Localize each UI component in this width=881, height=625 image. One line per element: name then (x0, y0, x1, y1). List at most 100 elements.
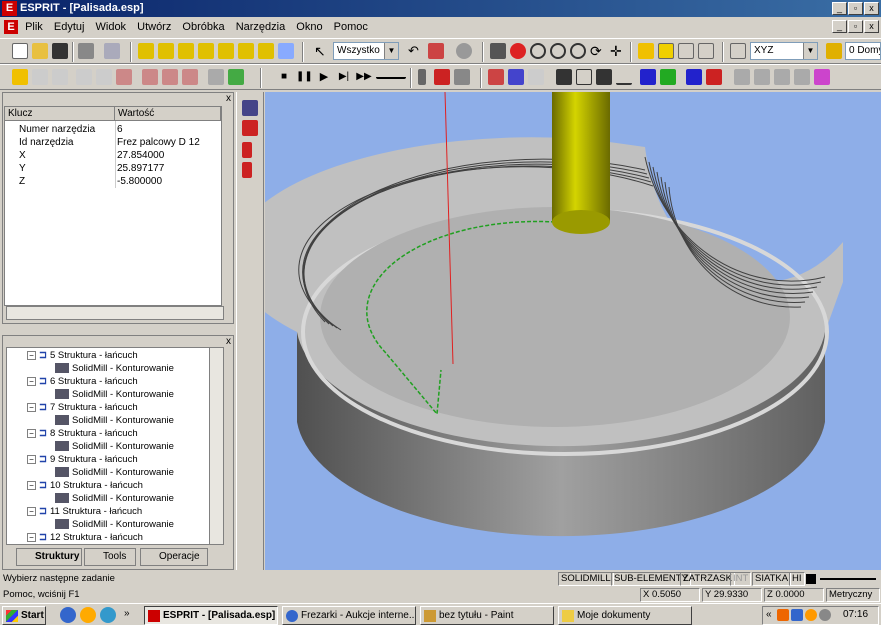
sim-icon[interactable] (454, 69, 470, 85)
panel-close-icon[interactable]: x (226, 93, 231, 104)
indicator-hi[interactable]: HI (789, 572, 805, 586)
tree-subitem[interactable]: SolidMill - Konturowanie (55, 389, 174, 401)
tree-item[interactable]: − ⊐ 9 Struktura - łańcuch (27, 454, 138, 466)
v14-icon[interactable] (774, 69, 790, 85)
quicklaunch-2-icon[interactable] (80, 607, 96, 623)
task-documents[interactable]: Moje dokumenty (558, 606, 692, 625)
op-11-icon[interactable] (228, 69, 244, 85)
strip-2-icon[interactable] (242, 120, 258, 136)
view-plane-icon[interactable] (730, 43, 746, 59)
doc-minimize-button[interactable]: _ (832, 20, 847, 33)
indicator-int[interactable]: INT (730, 572, 752, 586)
v11-icon[interactable] (706, 69, 722, 85)
strip-1-icon[interactable] (242, 100, 258, 116)
menu-create[interactable]: Utwórz (133, 21, 175, 33)
shape-tool-4-icon[interactable] (198, 43, 214, 59)
tool-down-icon[interactable] (434, 69, 450, 85)
op-10-icon[interactable] (208, 69, 224, 85)
tab-tools[interactable]: Tools (84, 548, 136, 566)
tree-item[interactable]: − ⊐ 6 Struktura - łańcuch (27, 376, 138, 388)
op-8-icon[interactable] (162, 69, 178, 85)
speed-slider[interactable] (376, 69, 406, 79)
task-paint[interactable]: bez tytułu - Paint (420, 606, 554, 625)
collapse-icon[interactable]: − (27, 455, 36, 464)
start-button[interactable]: Start (2, 606, 46, 625)
open-folder-icon[interactable] (32, 43, 48, 59)
vertical-scrollbar[interactable] (209, 348, 223, 544)
menu-machining[interactable]: Obróbka (178, 21, 228, 33)
menu-window[interactable]: Okno (292, 21, 326, 33)
menu-help[interactable]: Pomoc (330, 21, 372, 33)
tab-operations[interactable]: Operacje (140, 548, 208, 566)
tree-subitem[interactable]: SolidMill - Konturowanie (55, 467, 174, 479)
table-row[interactable]: Id narzędzia Frez palcowy D 12 (5, 136, 221, 149)
menu-view[interactable]: Widok (92, 21, 131, 33)
quicklaunch-3-icon[interactable] (100, 607, 116, 623)
task-browser[interactable]: Frezarki - Aukcje interne... (282, 606, 416, 625)
col-key-header[interactable]: Klucz (5, 107, 115, 121)
op-3-icon[interactable] (52, 69, 68, 85)
op-7-icon[interactable] (142, 69, 158, 85)
stop-icon[interactable]: ■ (276, 69, 292, 85)
tree-item[interactable]: − ⊐ 12 Struktura - łańcuch (27, 532, 143, 544)
v16-icon[interactable] (814, 69, 830, 85)
indicator-subelements[interactable]: SUB-ELEMENTY (611, 572, 691, 586)
menu-file[interactable]: Plik (21, 21, 47, 33)
v10-icon[interactable] (686, 69, 702, 85)
tree-subitem[interactable]: SolidMill - Konturowanie (55, 519, 174, 531)
table-row[interactable]: X 27.854000 (5, 149, 221, 162)
v7-icon[interactable] (616, 69, 632, 85)
v8-icon[interactable] (640, 69, 656, 85)
v13-icon[interactable] (754, 69, 770, 85)
view-select[interactable]: XYZ ▼ (750, 42, 818, 60)
layer-select[interactable]: 0 Domyślna (845, 42, 881, 60)
pause-icon[interactable]: ❚❚ (296, 69, 313, 85)
collapse-icon[interactable]: − (27, 481, 36, 490)
tree-item[interactable]: − ⊐ 11 Struktura - łańcuch (27, 506, 142, 518)
zoom-out-icon[interactable] (550, 43, 566, 59)
tray-3-icon[interactable] (805, 609, 817, 621)
strip-3-icon[interactable] (242, 142, 252, 158)
table-row[interactable]: Numer narzędzia 6 (5, 123, 221, 136)
rotate-icon[interactable]: ⟳ (590, 43, 606, 59)
print-icon[interactable] (78, 43, 94, 59)
indicator-snap[interactable]: ZATRZASK (680, 572, 735, 586)
v6-icon[interactable] (596, 69, 612, 85)
collapse-icon[interactable]: − (27, 377, 36, 386)
tree-subitem[interactable]: SolidMill - Konturowanie (55, 363, 174, 375)
tool-icon[interactable] (418, 69, 426, 85)
shape-tool-7-icon[interactable] (258, 43, 274, 59)
col-value-header[interactable]: Wartość (115, 107, 221, 121)
v3-icon[interactable] (528, 69, 544, 85)
maximize-button[interactable]: ▫ (848, 2, 863, 15)
indicator-solidmill[interactable]: SOLIDMILL (558, 572, 614, 586)
close-button[interactable]: x (864, 2, 879, 15)
quicklaunch-more-icon[interactable]: » (124, 608, 130, 619)
3d-viewport[interactable] (265, 92, 881, 570)
shade-2-icon[interactable] (658, 43, 674, 59)
shape-tool-3-icon[interactable] (178, 43, 194, 59)
wire-2-icon[interactable] (698, 43, 714, 59)
doc-restore-button[interactable]: ▫ (848, 20, 863, 33)
v9-icon[interactable] (660, 69, 676, 85)
op-9-icon[interactable] (182, 69, 198, 85)
strip-4-icon[interactable] (242, 162, 252, 178)
zoom-fit-icon[interactable] (570, 43, 586, 59)
tab-structures[interactable]: Struktury (16, 548, 82, 566)
menu-edit[interactable]: Edytuj (50, 21, 89, 33)
paste-icon[interactable] (428, 43, 444, 59)
v2-icon[interactable] (508, 69, 524, 85)
quicklaunch-ie-icon[interactable] (60, 607, 76, 623)
tree-item[interactable]: − ⊐ 10 Struktura - łańcuch (27, 480, 143, 492)
color-swatch[interactable] (806, 574, 816, 584)
v15-icon[interactable] (794, 69, 810, 85)
tree-item[interactable]: − ⊐ 8 Struktura - łańcuch (27, 428, 138, 440)
v5-icon[interactable] (576, 69, 592, 85)
brush-icon[interactable] (490, 43, 506, 59)
table-row[interactable]: Z -5.800000 (5, 175, 221, 188)
table-row[interactable]: Y 25.897177 (5, 162, 221, 175)
tray-expand-icon[interactable]: « (766, 609, 772, 620)
zoom-in-icon[interactable] (510, 43, 526, 59)
select-arrow-icon[interactable]: ↖ (314, 43, 330, 59)
collapse-icon[interactable]: − (27, 403, 36, 412)
